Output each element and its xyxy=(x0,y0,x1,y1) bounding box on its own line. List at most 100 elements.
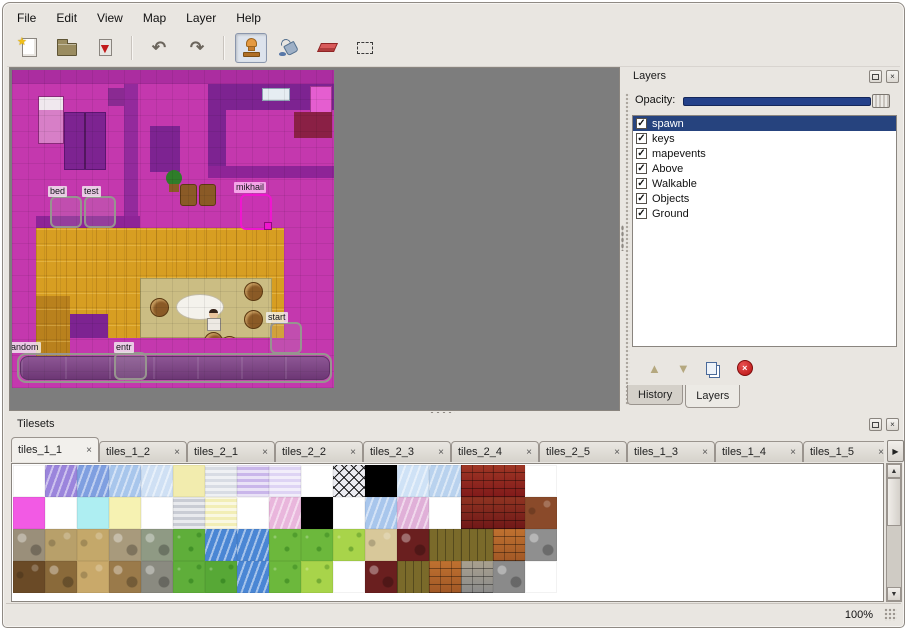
tileset-tile[interactable] xyxy=(141,561,173,593)
layer-row-mapevents[interactable]: ✓ mapevents xyxy=(633,146,896,161)
tileset-tile[interactable] xyxy=(141,465,173,497)
tileset-tile[interactable] xyxy=(365,497,397,529)
tab-close-icon[interactable]: × xyxy=(878,447,884,458)
opacity-slider[interactable] xyxy=(683,97,871,106)
redo-button[interactable]: ↷ xyxy=(181,33,213,63)
layer-visibility-checkbox[interactable]: ✓ xyxy=(636,193,647,204)
tab-close-icon[interactable]: × xyxy=(350,447,356,458)
close-dock-button[interactable]: × xyxy=(886,70,899,83)
map-object-start[interactable] xyxy=(270,322,302,354)
open-button[interactable] xyxy=(51,33,83,63)
tab-close-icon[interactable]: × xyxy=(790,447,796,458)
tileset-tile[interactable] xyxy=(269,465,301,497)
map-object-test[interactable] xyxy=(84,196,116,228)
map-object-resize-handle[interactable] xyxy=(264,222,272,230)
tileset-tile[interactable] xyxy=(397,497,429,529)
tileset-tile[interactable] xyxy=(301,465,333,497)
raise-layer-button[interactable]: ▲ xyxy=(648,361,661,376)
tileset-tab[interactable]: tiles_2_3 × xyxy=(363,441,451,462)
layer-row-spawn[interactable]: ✓ spawn xyxy=(633,116,896,131)
layer-visibility-checkbox[interactable]: ✓ xyxy=(636,163,647,174)
tileset-tile[interactable] xyxy=(301,561,333,593)
tileset-tile[interactable] xyxy=(461,561,493,593)
tileset-tab[interactable]: tiles_2_4 × xyxy=(451,441,539,462)
tab-scroll-right-button[interactable]: ▶ xyxy=(887,440,904,462)
tileset-tab[interactable]: tiles_1_2 × xyxy=(99,441,187,462)
tab-close-icon[interactable]: × xyxy=(86,445,92,456)
delete-layer-button[interactable]: × xyxy=(737,360,753,376)
tileset-tile[interactable] xyxy=(429,465,461,497)
float-dock-button[interactable] xyxy=(869,70,882,83)
tileset-tab[interactable]: tiles_1_1 × xyxy=(11,437,99,462)
tileset-tile[interactable] xyxy=(173,465,205,497)
tileset-tile[interactable] xyxy=(77,561,109,593)
tileset-tile[interactable] xyxy=(269,529,301,561)
tileset-tile[interactable] xyxy=(461,529,493,561)
tileset-tab[interactable]: tiles_2_1 × xyxy=(187,441,275,462)
tileset-tile[interactable] xyxy=(13,561,45,593)
lower-layer-button[interactable]: ▼ xyxy=(677,361,690,376)
tileset-tile[interactable] xyxy=(77,465,109,497)
tileset-tab[interactable]: tiles_1_4 × xyxy=(715,441,803,462)
tileset-tile[interactable] xyxy=(13,529,45,561)
tab-close-icon[interactable]: × xyxy=(702,447,708,458)
tileset-tile[interactable] xyxy=(365,561,397,593)
tileset-tile[interactable] xyxy=(365,465,397,497)
tileset-tile[interactable] xyxy=(397,561,429,593)
tileset-tab[interactable]: tiles_1_3 × xyxy=(627,441,715,462)
float-dock-button[interactable] xyxy=(869,418,882,431)
select-tool-button[interactable] xyxy=(349,33,381,63)
tileset-tile[interactable] xyxy=(493,497,525,529)
tab-close-icon[interactable]: × xyxy=(438,447,444,458)
tileset-tile[interactable] xyxy=(173,529,205,561)
tileset-tile[interactable] xyxy=(525,561,557,593)
tileset-tile[interactable] xyxy=(429,529,461,561)
resize-grip[interactable] xyxy=(884,608,897,621)
tileset-tile[interactable] xyxy=(237,529,269,561)
new-button[interactable]: ★ xyxy=(13,33,45,63)
tileset-tile[interactable] xyxy=(13,497,45,529)
scroll-up-button[interactable]: ▲ xyxy=(887,464,901,478)
tileset-tile[interactable] xyxy=(493,561,525,593)
tileset-tile[interactable] xyxy=(333,465,365,497)
tileset-tile[interactable] xyxy=(237,561,269,593)
tileset-tile[interactable] xyxy=(493,465,525,497)
tab-close-icon[interactable]: × xyxy=(614,447,620,458)
tileset-tile[interactable] xyxy=(45,561,77,593)
tileset-tile[interactable] xyxy=(173,497,205,529)
tileset-tile[interactable] xyxy=(333,529,365,561)
tileset-tile[interactable] xyxy=(397,465,429,497)
layer-visibility-checkbox[interactable]: ✓ xyxy=(636,148,647,159)
tileset-vertical-scrollbar[interactable]: ▲ ▼ xyxy=(886,463,902,602)
tileset-tile[interactable] xyxy=(141,529,173,561)
tileset-tile[interactable] xyxy=(397,529,429,561)
eraser-tool-button[interactable] xyxy=(311,33,343,63)
layer-row-walkable[interactable]: ✓ Walkable xyxy=(633,176,896,191)
tileset-tile[interactable] xyxy=(141,497,173,529)
menu-layer[interactable]: Layer xyxy=(176,8,226,28)
tileset-tile[interactable] xyxy=(109,561,141,593)
tileset-tile[interactable] xyxy=(205,497,237,529)
tileset-tile[interactable] xyxy=(333,497,365,529)
menu-edit[interactable]: Edit xyxy=(46,8,87,28)
tab-close-icon[interactable]: × xyxy=(174,447,180,458)
tileset-tile[interactable] xyxy=(525,465,557,497)
map-object-entr[interactable] xyxy=(114,352,147,380)
layer-row-ground[interactable]: ✓ Ground xyxy=(633,206,896,221)
tileset-tile[interactable] xyxy=(205,529,237,561)
tileset-tile[interactable] xyxy=(205,561,237,593)
layer-visibility-checkbox[interactable]: ✓ xyxy=(636,133,647,144)
tileset-tile[interactable] xyxy=(109,529,141,561)
tileset-tile[interactable] xyxy=(173,561,205,593)
opacity-slider-handle[interactable] xyxy=(872,94,890,108)
tileset-tile[interactable] xyxy=(461,497,493,529)
menu-help[interactable]: Help xyxy=(226,8,271,28)
fill-tool-button[interactable] xyxy=(273,33,305,63)
undo-button[interactable]: ↶ xyxy=(143,33,175,63)
map-canvas[interactable]: bed test mikhail start random entr xyxy=(12,70,334,388)
tileset-tile[interactable] xyxy=(237,465,269,497)
tileset-tile[interactable] xyxy=(269,497,301,529)
close-dock-button[interactable]: × xyxy=(886,418,899,431)
layer-row-objects[interactable]: ✓ Objects xyxy=(633,191,896,206)
tileset-tile[interactable] xyxy=(525,497,557,529)
